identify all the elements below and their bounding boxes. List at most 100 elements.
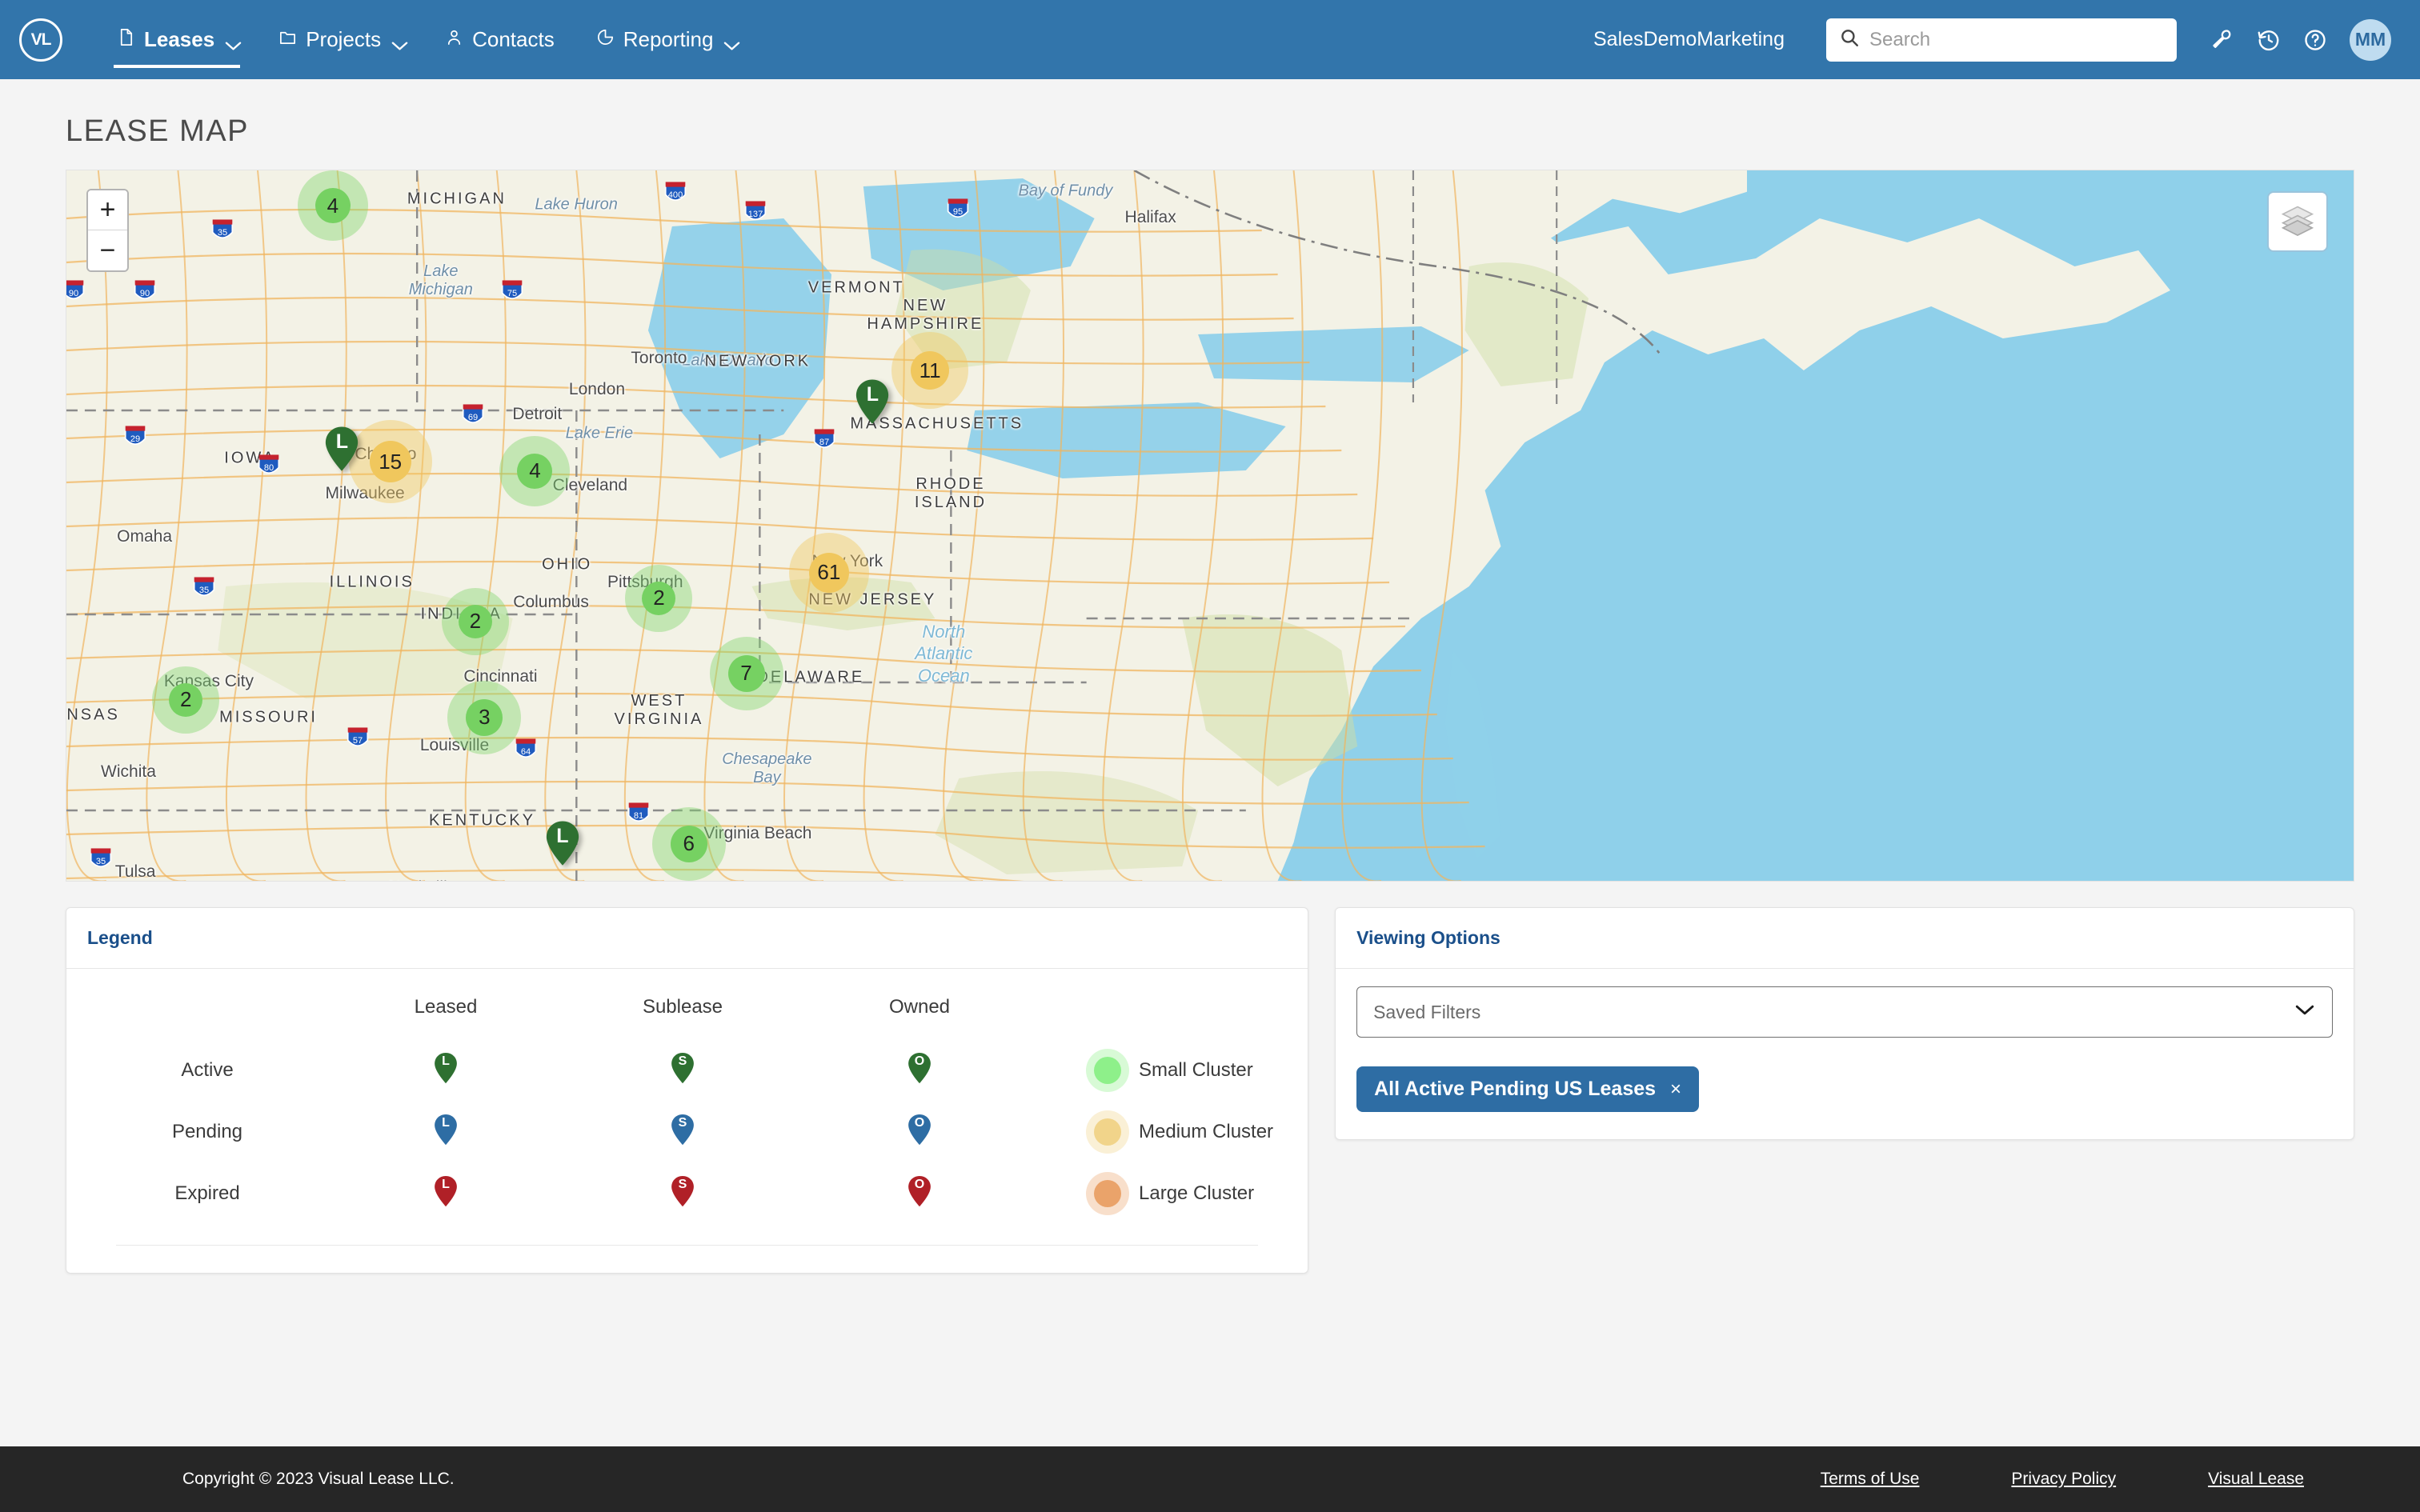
legend-pin-icon: S [671,1052,695,1084]
active-filter-chip[interactable]: All Active Pending US Leases × [1356,1066,1700,1112]
map-lease-pin[interactable]: L [855,378,890,425]
legend-pin-letter: S [678,1178,687,1191]
cluster-count: 11 [919,358,941,382]
map-water-label: Lake Huron [535,195,618,214]
svg-text:57: 57 [353,737,363,746]
highway-shield-icon: 29 [123,424,147,450]
svg-text:75: 75 [507,289,517,298]
user-avatar[interactable]: MM [2350,18,2391,61]
svg-text:64: 64 [521,747,531,757]
svg-text:35: 35 [96,858,106,867]
nav-item-label: Projects [306,27,382,51]
legend-card: Legend Leased Sublease Owned Active L S O Smal… [66,907,1309,1274]
help-icon[interactable] [2297,22,2334,58]
legend-cluster-cell: Small Cluster [1038,1039,1287,1101]
map-city-label: Halifax [1124,207,1176,226]
legend-row: Expired L S O Large Cluster [87,1162,1287,1224]
svg-text:35: 35 [199,586,209,595]
legend-pin-letter: S [678,1116,687,1130]
footer-link-visual-lease[interactable]: Visual Lease [2208,1470,2304,1489]
nav-item-reporting[interactable]: Reporting [575,0,757,79]
map-cluster-marker[interactable]: 4 [499,435,571,506]
map-cluster-marker[interactable]: 7 [709,636,783,710]
search-input[interactable] [1869,28,2164,51]
highway-shield-icon: 137 [743,199,767,225]
nav-item-projects[interactable]: Projects [258,0,424,79]
map-state-label: KENTUCKY [429,811,535,830]
map-state-label: RHODE ISLAND [914,475,988,512]
map-lease-pin[interactable]: L [324,426,359,472]
highway-shield-icon: 80 [257,453,281,478]
legend-pin-icon: L [434,1114,458,1146]
pin-letter: L [556,825,569,848]
map-cluster-marker[interactable]: 15 [348,420,432,504]
highway-shield-icon: 400 [663,180,687,206]
legend-pin-cell: O [801,1101,1038,1162]
legend-row-label: Expired [174,1182,240,1204]
map-cluster-marker[interactable]: 2 [152,666,220,734]
cluster-count: 61 [817,560,841,585]
nav-item-contacts[interactable]: Contacts [424,0,575,79]
legend-pin-icon: S [671,1114,695,1146]
map-cluster-marker[interactable]: 3 [447,680,522,754]
legend-cluster-cell: Medium Cluster [1038,1101,1287,1162]
cluster-count: 3 [479,705,491,730]
svg-text:69: 69 [468,414,478,423]
map-state-label: KANSAS [66,706,120,724]
map-state-label: NEW HAMPSHIRE [867,297,984,334]
map-water-label: Lake Erie [565,424,634,442]
history-icon[interactable] [2250,22,2287,58]
legend-corner [87,986,327,1039]
cluster-swatch-label: Small Cluster [1139,1058,1253,1081]
lease-map[interactable]: 400 137 75 69 87 95 90 90 35 29 80 35 57 64 81 35 Lake H… [66,170,2354,882]
footer-link-privacy-policy[interactable]: Privacy Policy [2011,1470,2116,1489]
map-state-label: ILLINOIS [329,573,415,591]
saved-filters-wrapper: Saved Filters [1356,986,2333,1038]
highway-shield-icon: 90 [66,278,86,304]
map-state-label: VERMONT [807,278,905,297]
map-state-label: MISSOURI [219,708,318,726]
chevron-down-icon [224,36,242,50]
map-water-label: Lake Michigan [408,262,473,298]
footer-link-terms-of-use[interactable]: Terms of Use [1821,1470,1920,1489]
map-cluster-marker[interactable]: 4 [297,170,368,242]
svg-text:80: 80 [263,463,273,473]
wrench-icon[interactable] [2204,22,2241,58]
cluster-swatch-label: Large Cluster [1139,1182,1255,1204]
legend-pin-cell: O [801,1039,1038,1101]
legend-pin-letter: S [678,1054,687,1068]
highway-shield-icon: 75 [500,278,524,304]
legend-pin-cell: L [327,1101,564,1162]
legend-pin-letter: O [914,1116,925,1130]
saved-filters-select[interactable]: Saved Filters [1356,986,2333,1038]
map-cluster-marker[interactable]: 6 [651,806,726,881]
map-cluster-marker[interactable]: 11 [891,332,969,410]
svg-text:87: 87 [819,438,829,447]
search-box[interactable] [1826,18,2177,62]
zoom-in-button[interactable]: + [88,190,127,230]
cluster-swatch [1086,1048,1129,1092]
cluster-count: 4 [327,193,339,218]
app-logo[interactable]: VL [19,18,62,62]
panels-row: Legend Leased Sublease Owned Active L S O Smal… [66,907,2354,1274]
map-cluster-marker[interactable]: 61 [788,532,869,613]
map-state-label: MICHIGAN [407,190,507,208]
map-lease-pin[interactable]: L [545,820,580,866]
legend-pin-cell: L [327,1039,564,1101]
person-icon [445,27,463,53]
legend-table: Leased Sublease Owned Active L S O Small Clust… [87,986,1287,1224]
nav-item-label: Reporting [623,27,714,51]
map-cluster-marker[interactable]: 2 [441,587,509,655]
highway-shield-icon: 35 [89,846,113,872]
map-layers-button[interactable] [2267,191,2328,252]
svg-text:35: 35 [218,229,227,238]
search-icon [1839,27,1860,52]
close-icon[interactable]: × [1670,1078,1681,1101]
zoom-out-button[interactable]: − [88,230,127,270]
map-cluster-marker[interactable]: 2 [625,564,693,632]
legend-row: Active L S O Small Cluster [87,1039,1287,1101]
legend-column-header: Sublease [642,996,723,1018]
cluster-count: 4 [529,458,541,483]
nav-item-leases[interactable]: Leases [96,0,258,79]
legend-pin-cell: S [564,1101,801,1162]
